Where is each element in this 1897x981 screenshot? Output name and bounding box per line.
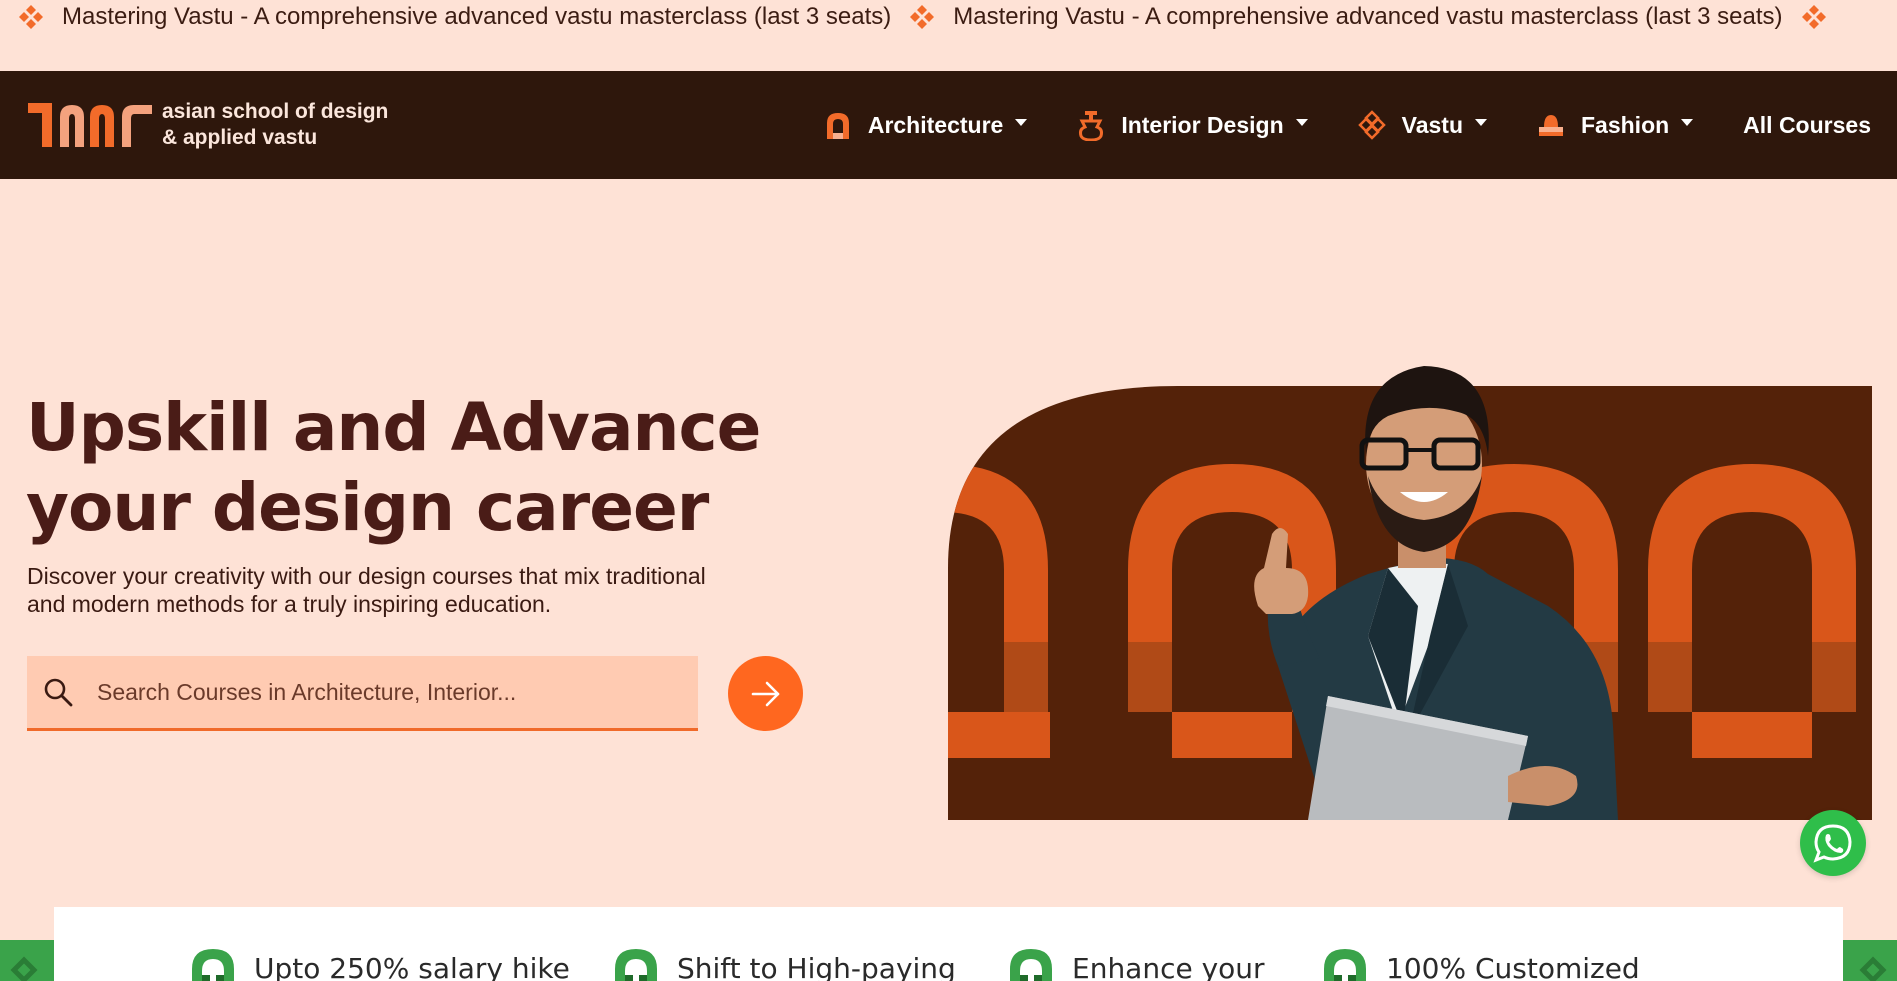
site-logo[interactable]: asian school of design & applied vastu [28,99,388,151]
benefit-text: Shift to High-paying [677,951,956,981]
benefit-item: Upto 250% salary hike [186,945,570,981]
pattern-icon [1859,956,1887,981]
interior-lamp-icon [1079,111,1104,141]
benefits-strip: Upto 250% salary hike Shift to High-payi… [54,907,1843,981]
vastu-diamond-icon [1357,110,1386,140]
benefit-text: Enhance your [1072,951,1265,981]
search-submit-button[interactable] [728,656,803,731]
nav-fashion[interactable]: Fashion [1537,109,1694,141]
marquee-item [1801,4,1845,30]
nav-interior-design[interactable]: Interior Design [1077,109,1308,141]
search-icon [44,678,73,707]
chevron-down-icon [1295,118,1308,126]
hero-description-line-1: Discover your creativity with our design… [27,563,706,589]
benefit-item: Enhance your [1004,945,1265,981]
architecture-arch-icon [826,113,849,139]
nav-interior-design-label: Interior Design [1121,111,1284,138]
nav-architecture[interactable]: Architecture [824,109,1028,141]
benefit-arch-icon [1324,949,1366,981]
brand-name: asian school of design & applied vastu [162,99,388,151]
hero-title: Upskill and Advance your design career [26,388,786,548]
whatsapp-chat-button[interactable] [1800,810,1866,876]
benefit-item: Shift to High-paying [609,945,956,981]
course-search-input[interactable] [97,656,698,728]
vastu-diamond-icon [1801,5,1826,29]
hero-illustration [948,366,1872,820]
vastu-diamond-icon [19,5,43,29]
announcement-marquee[interactable]: Mastering Vastu - A comprehensive advanc… [0,0,1897,34]
whatsapp-icon [1813,824,1852,863]
nav-vastu-label: Vastu [1401,111,1463,138]
benefit-arch-icon [1010,949,1052,981]
arrow-right-icon [751,681,779,706]
nav-fashion-label: Fashion [1581,111,1670,138]
hero-title-line-2: your design career [26,469,709,546]
benefit-text: 100% Customized [1386,951,1640,981]
nav-architecture-label: Architecture [867,111,1004,138]
benefit-text: Upto 250% salary hike [254,951,570,981]
nav-vastu[interactable]: Vastu [1357,109,1487,141]
brand-logo-icon [28,103,152,147]
nav-all-courses-label: All Courses [1743,111,1871,138]
chevron-down-icon [1475,118,1487,126]
benefit-arch-icon [615,949,657,981]
benefit-strip-accent-left [0,940,54,981]
fashion-hat-icon [1539,115,1563,136]
hero-title-line-1: Upskill and Advance [26,389,761,466]
benefit-arch-icon [192,949,234,981]
chevron-down-icon [1015,118,1028,126]
chevron-down-icon [1681,118,1694,126]
marquee-item[interactable]: Mastering Vastu - A comprehensive advanc… [909,3,1783,31]
hero-description: Discover your creativity with our design… [27,562,817,618]
course-search-bar [27,656,698,731]
benefit-item: 100% Customized [1318,945,1640,981]
marquee-text[interactable]: Mastering Vastu - A comprehensive advanc… [62,3,891,31]
vastu-diamond-icon [910,5,935,29]
main-navbar: asian school of design & applied vastu A… [0,71,1897,179]
primary-nav: Architecture Interior Design Vastu Fashi… [824,71,1871,179]
nav-all-courses[interactable]: All Courses [1743,112,1871,139]
benefit-strip-accent-right [1843,940,1897,981]
hero-description-line-2: and modern methods for a truly inspiring… [27,591,552,617]
marquee-item[interactable]: Mastering Vastu - A comprehensive advanc… [18,3,891,31]
brand-line-2: & applied vastu [162,126,318,149]
marquee-text[interactable]: Mastering Vastu - A comprehensive advanc… [953,3,1782,31]
pattern-icon [10,956,38,981]
brand-line-1: asian school of design [162,100,389,123]
